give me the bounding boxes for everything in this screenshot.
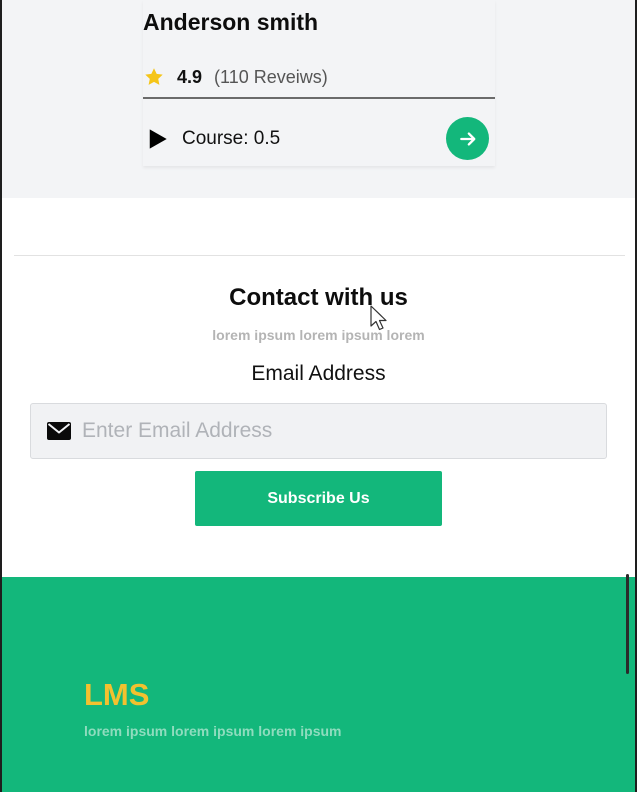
scrollbar-thumb[interactable]: [626, 574, 629, 674]
review-count: (110 Reveiws): [214, 66, 328, 87]
footer-logo: LMS: [84, 677, 150, 712]
star-icon: [143, 66, 165, 88]
course-count: Course: 0.5: [182, 128, 281, 149]
footer-tagline: lorem ipsum lorem ipsum lorem ipsum: [84, 723, 342, 739]
course-row: Course: 0.5: [147, 124, 280, 154]
view-course-button[interactable]: [446, 117, 489, 160]
instructor-name: Anderson smith: [143, 9, 319, 35]
email-input[interactable]: [82, 404, 606, 458]
play-icon: [147, 128, 169, 150]
email-label: Email Address: [251, 362, 386, 385]
contact-subtitle: lorem ipsum lorem ipsum lorem: [212, 327, 425, 343]
instructor-card: Anderson smith 4.9 (110 Reveiws) Course:…: [143, 0, 495, 166]
card-divider: [143, 97, 495, 99]
contact-title: Contact with us: [229, 284, 408, 311]
envelope-icon: [47, 422, 71, 440]
email-field-container[interactable]: [30, 403, 607, 459]
footer: LMS lorem ipsum lorem ipsum lorem ipsum: [0, 577, 637, 792]
rating-row: 4.9 (110 Reveiws): [143, 64, 328, 90]
rating-value: 4.9: [177, 66, 203, 87]
subscribe-button[interactable]: Subscribe Us: [195, 471, 442, 526]
arrow-right-icon: [459, 131, 475, 146]
section-divider: [14, 255, 625, 256]
instructor-section: Anderson smith 4.9 (110 Reveiws) Course:…: [0, 0, 637, 198]
